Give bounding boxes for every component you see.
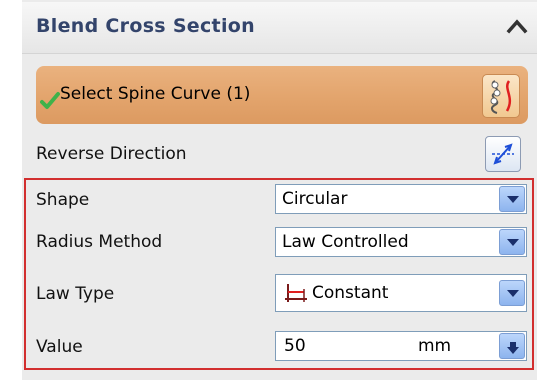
shape-label: Shape [36, 190, 90, 210]
radius-method-value: Law Controlled [282, 232, 409, 252]
value-options-button[interactable] [499, 333, 525, 359]
law-constant-icon [285, 284, 307, 302]
dropdown-arrow-icon [507, 290, 519, 297]
section-header[interactable]: Blend Cross Section [22, 2, 537, 54]
spine-curve-icon [490, 80, 512, 114]
value-unit: mm [418, 336, 452, 356]
check-icon [40, 92, 60, 109]
reverse-direction-button[interactable] [485, 136, 521, 172]
dropdown-arrow-icon [507, 196, 519, 203]
value-input-box[interactable]: 50 mm [275, 331, 527, 361]
law-type-label: Law Type [36, 284, 115, 304]
shape-dropdown-button[interactable] [499, 186, 525, 212]
value-label: Value [36, 337, 83, 357]
spine-curve-button[interactable] [482, 74, 520, 118]
value-input[interactable]: 50 [284, 336, 306, 356]
law-type-dropdown-button[interactable] [499, 280, 525, 306]
section-title: Blend Cross Section [36, 15, 255, 37]
chevron-up-icon [506, 19, 528, 34]
reverse-direction-icon [492, 143, 514, 165]
collapse-button[interactable] [497, 7, 537, 47]
radius-method-dropdown-button[interactable] [499, 229, 525, 255]
radius-method-dropdown[interactable]: Law Controlled [275, 227, 527, 257]
select-spine-curve-label: Select Spine Curve (1) [60, 84, 251, 104]
law-type-value: Constant [312, 283, 389, 303]
shape-dropdown[interactable]: Circular [275, 184, 527, 214]
shape-value: Circular [282, 189, 348, 209]
down-arrow-icon [507, 342, 519, 354]
reverse-direction-label: Reverse Direction [36, 144, 187, 164]
dropdown-arrow-icon [507, 239, 519, 246]
radius-method-label: Radius Method [36, 232, 163, 252]
law-type-dropdown[interactable]: Constant [275, 274, 527, 312]
